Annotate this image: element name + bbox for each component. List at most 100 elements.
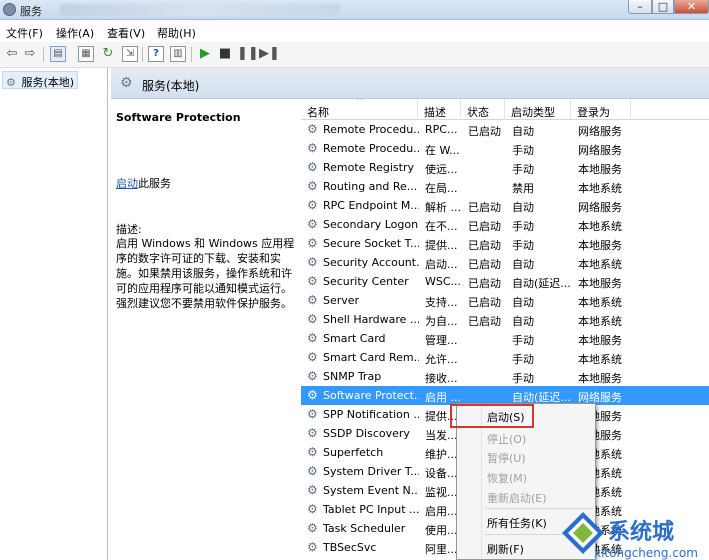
- cell-description: 解析 ...: [425, 201, 461, 214]
- menu-view[interactable]: 查看(V): [107, 25, 145, 41]
- cell-startup-type: 手动: [512, 144, 534, 157]
- cell-logon-as: 本地系统: [578, 315, 622, 328]
- cell-startup-type: 手动: [512, 239, 534, 252]
- service-gear-icon: ⚙: [307, 388, 318, 402]
- cell-status: 已启动: [468, 125, 501, 138]
- cell-status: 已启动: [468, 296, 501, 309]
- column-header-status[interactable]: 状态: [461, 99, 505, 120]
- table-row[interactable]: ⚙ Server 支持... 已启动 自动 本地系统: [301, 291, 709, 310]
- nav-item-services-local[interactable]: ⚙ 服务(本地): [2, 71, 79, 89]
- refresh-icon[interactable]: ↻: [100, 46, 116, 62]
- column-header-logon-as[interactable]: 登录为: [571, 99, 631, 120]
- table-row[interactable]: ⚙ Remote Procedu... RPC... 已启动 自动 网络服务: [301, 120, 709, 139]
- gear-icon: ⚙: [6, 76, 16, 89]
- menu-item-resume[interactable]: 恢复(M): [487, 470, 527, 486]
- cell-status: 已启动: [468, 277, 501, 290]
- cell-name: Remote Registry: [323, 161, 414, 174]
- table-row[interactable]: ⚙ RPC Endpoint M... 解析 ... 已启动 自动 网络服务: [301, 196, 709, 215]
- menu-separator: [485, 508, 593, 509]
- table-row[interactable]: ⚙ Smart Card Rem... 允许... 手动 本地系统: [301, 348, 709, 367]
- menu-item-all-tasks[interactable]: 所有任务(K): [487, 515, 547, 531]
- table-row[interactable]: ⚙ Remote Registry 使远... 手动 本地服务: [301, 158, 709, 177]
- table-row[interactable]: ⚙ SNMP Trap 接收... 手动 本地服务: [301, 367, 709, 386]
- cell-startup-type: 禁用: [512, 182, 534, 195]
- service-gear-icon: ⚙: [307, 445, 318, 459]
- service-gear-icon: ⚙: [307, 483, 318, 497]
- service-gear-icon: ⚙: [307, 464, 318, 478]
- column-header-name[interactable]: ^ 名称: [301, 99, 418, 120]
- blurred-title-area: [60, 4, 340, 16]
- table-row[interactable]: ⚙ Secure Socket T... 提供... 已启动 手动 本地服务: [301, 234, 709, 253]
- menu-file[interactable]: 文件(F): [6, 25, 43, 41]
- service-gear-icon: ⚙: [307, 198, 318, 212]
- stop-icon[interactable]: ■: [217, 46, 233, 62]
- menu-item-restart[interactable]: 重新启动(E): [487, 490, 547, 506]
- watermark-domain: xitongcheng.com: [594, 546, 698, 560]
- show-hide-pane-icon[interactable]: ▥: [170, 46, 186, 62]
- back-arrow-icon[interactable]: ⇦: [4, 46, 20, 62]
- cell-description: 启动...: [425, 258, 458, 271]
- cell-startup-type: 手动: [512, 163, 534, 176]
- table-row[interactable]: ⚙ Security Center WSC... 已启动 自动(延迟... 本地服务: [301, 272, 709, 291]
- cell-name: Remote Procedu...: [323, 123, 419, 136]
- start-service-link[interactable]: 启动: [116, 177, 138, 190]
- cell-name: RPC Endpoint M...: [323, 199, 419, 212]
- navigation-pane: ⚙ 服务(本地): [0, 68, 108, 560]
- cell-logon-as: 本地服务: [578, 163, 622, 176]
- forward-arrow-icon[interactable]: ⇨: [22, 46, 38, 62]
- table-row[interactable]: ⚙ Security Account... 启动... 已启动 自动 本地系统: [301, 253, 709, 272]
- column-header-description[interactable]: 描述: [418, 99, 461, 120]
- service-gear-icon: ⚙: [307, 217, 318, 231]
- table-row[interactable]: ⚙ Secondary Logon 在不... 已启动 手动 本地系统: [301, 215, 709, 234]
- service-gear-icon: ⚙: [307, 540, 318, 554]
- cell-description: 使远...: [425, 163, 458, 176]
- minimize-button[interactable]: –: [628, 0, 652, 14]
- table-row[interactable]: ⚙ Remote Procedu... 在 W... 手动 网络服务: [301, 139, 709, 158]
- cell-logon-as: 本地系统: [578, 182, 622, 195]
- export-list-icon[interactable]: ⇲: [122, 46, 138, 62]
- play-icon[interactable]: ▶: [197, 46, 213, 62]
- cell-name: Server: [323, 294, 360, 307]
- services-app-icon: [3, 3, 16, 16]
- cell-startup-type: 手动: [512, 334, 534, 347]
- cell-logon-as: 本地服务: [578, 239, 622, 252]
- column-header-startup-type[interactable]: 启动类型: [505, 99, 571, 120]
- cell-name: SNMP Trap: [323, 370, 382, 383]
- toolbar-separator: [43, 47, 44, 62]
- cell-startup-type: 手动: [512, 353, 534, 366]
- cell-startup-type: 自动: [512, 201, 534, 214]
- menu-bar: 文件(F) 操作(A) 查看(V) 帮助(H): [0, 20, 709, 42]
- menu-action[interactable]: 操作(A): [56, 25, 94, 41]
- menu-item-pause[interactable]: 暂停(U): [487, 450, 526, 466]
- content-pane: ⚙ 服务(本地) Software Protection 启动此服务 描述: 启…: [111, 68, 709, 560]
- menu-gutter: [481, 406, 482, 557]
- table-row[interactable]: ⚙ Smart Card 管理... 手动 本地服务: [301, 329, 709, 348]
- help-icon[interactable]: ?: [148, 46, 164, 62]
- cell-description: WSC...: [425, 275, 461, 288]
- menu-help[interactable]: 帮助(H): [157, 25, 196, 41]
- console-tree-icon[interactable]: ▤: [50, 46, 66, 62]
- cell-name: SPP Notification ...: [323, 408, 419, 421]
- cell-status: 已启动: [468, 315, 501, 328]
- description-text: 启用 Windows 和 Windows 应用程序的数字许可证的下载、安装和实施…: [116, 237, 295, 310]
- service-gear-icon: ⚙: [307, 312, 318, 326]
- window-title: 服务: [20, 5, 42, 18]
- cell-logon-as: 本地服务: [578, 372, 622, 385]
- table-row[interactable]: ⚙ Shell Hardware ... 为自... 已启动 自动 本地系统: [301, 310, 709, 329]
- content-header: ⚙ 服务(本地): [111, 68, 709, 99]
- properties-sheet-icon[interactable]: ▦: [78, 46, 94, 62]
- menu-item-refresh[interactable]: 刷新(F): [487, 541, 524, 557]
- cell-startup-type: 手动: [512, 220, 534, 233]
- cell-name: Secondary Logon: [323, 218, 419, 231]
- cell-logon-as: 本地服务: [578, 277, 622, 290]
- cell-name: Remote Procedu...: [323, 142, 419, 155]
- title-bar: 服务 – □ ✕: [0, 0, 709, 20]
- cell-name: Superfetch: [323, 446, 384, 459]
- restart-icon[interactable]: ▶❚: [259, 46, 280, 62]
- maximize-button[interactable]: □: [652, 0, 674, 14]
- close-button[interactable]: ✕: [674, 0, 709, 14]
- menu-item-stop[interactable]: 停止(O): [487, 431, 526, 447]
- cell-name: Smart Card: [323, 332, 386, 345]
- pause-icon[interactable]: ❚❚: [237, 46, 259, 62]
- table-row[interactable]: ⚙ Routing and Re... 在局... 禁用 本地系统: [301, 177, 709, 196]
